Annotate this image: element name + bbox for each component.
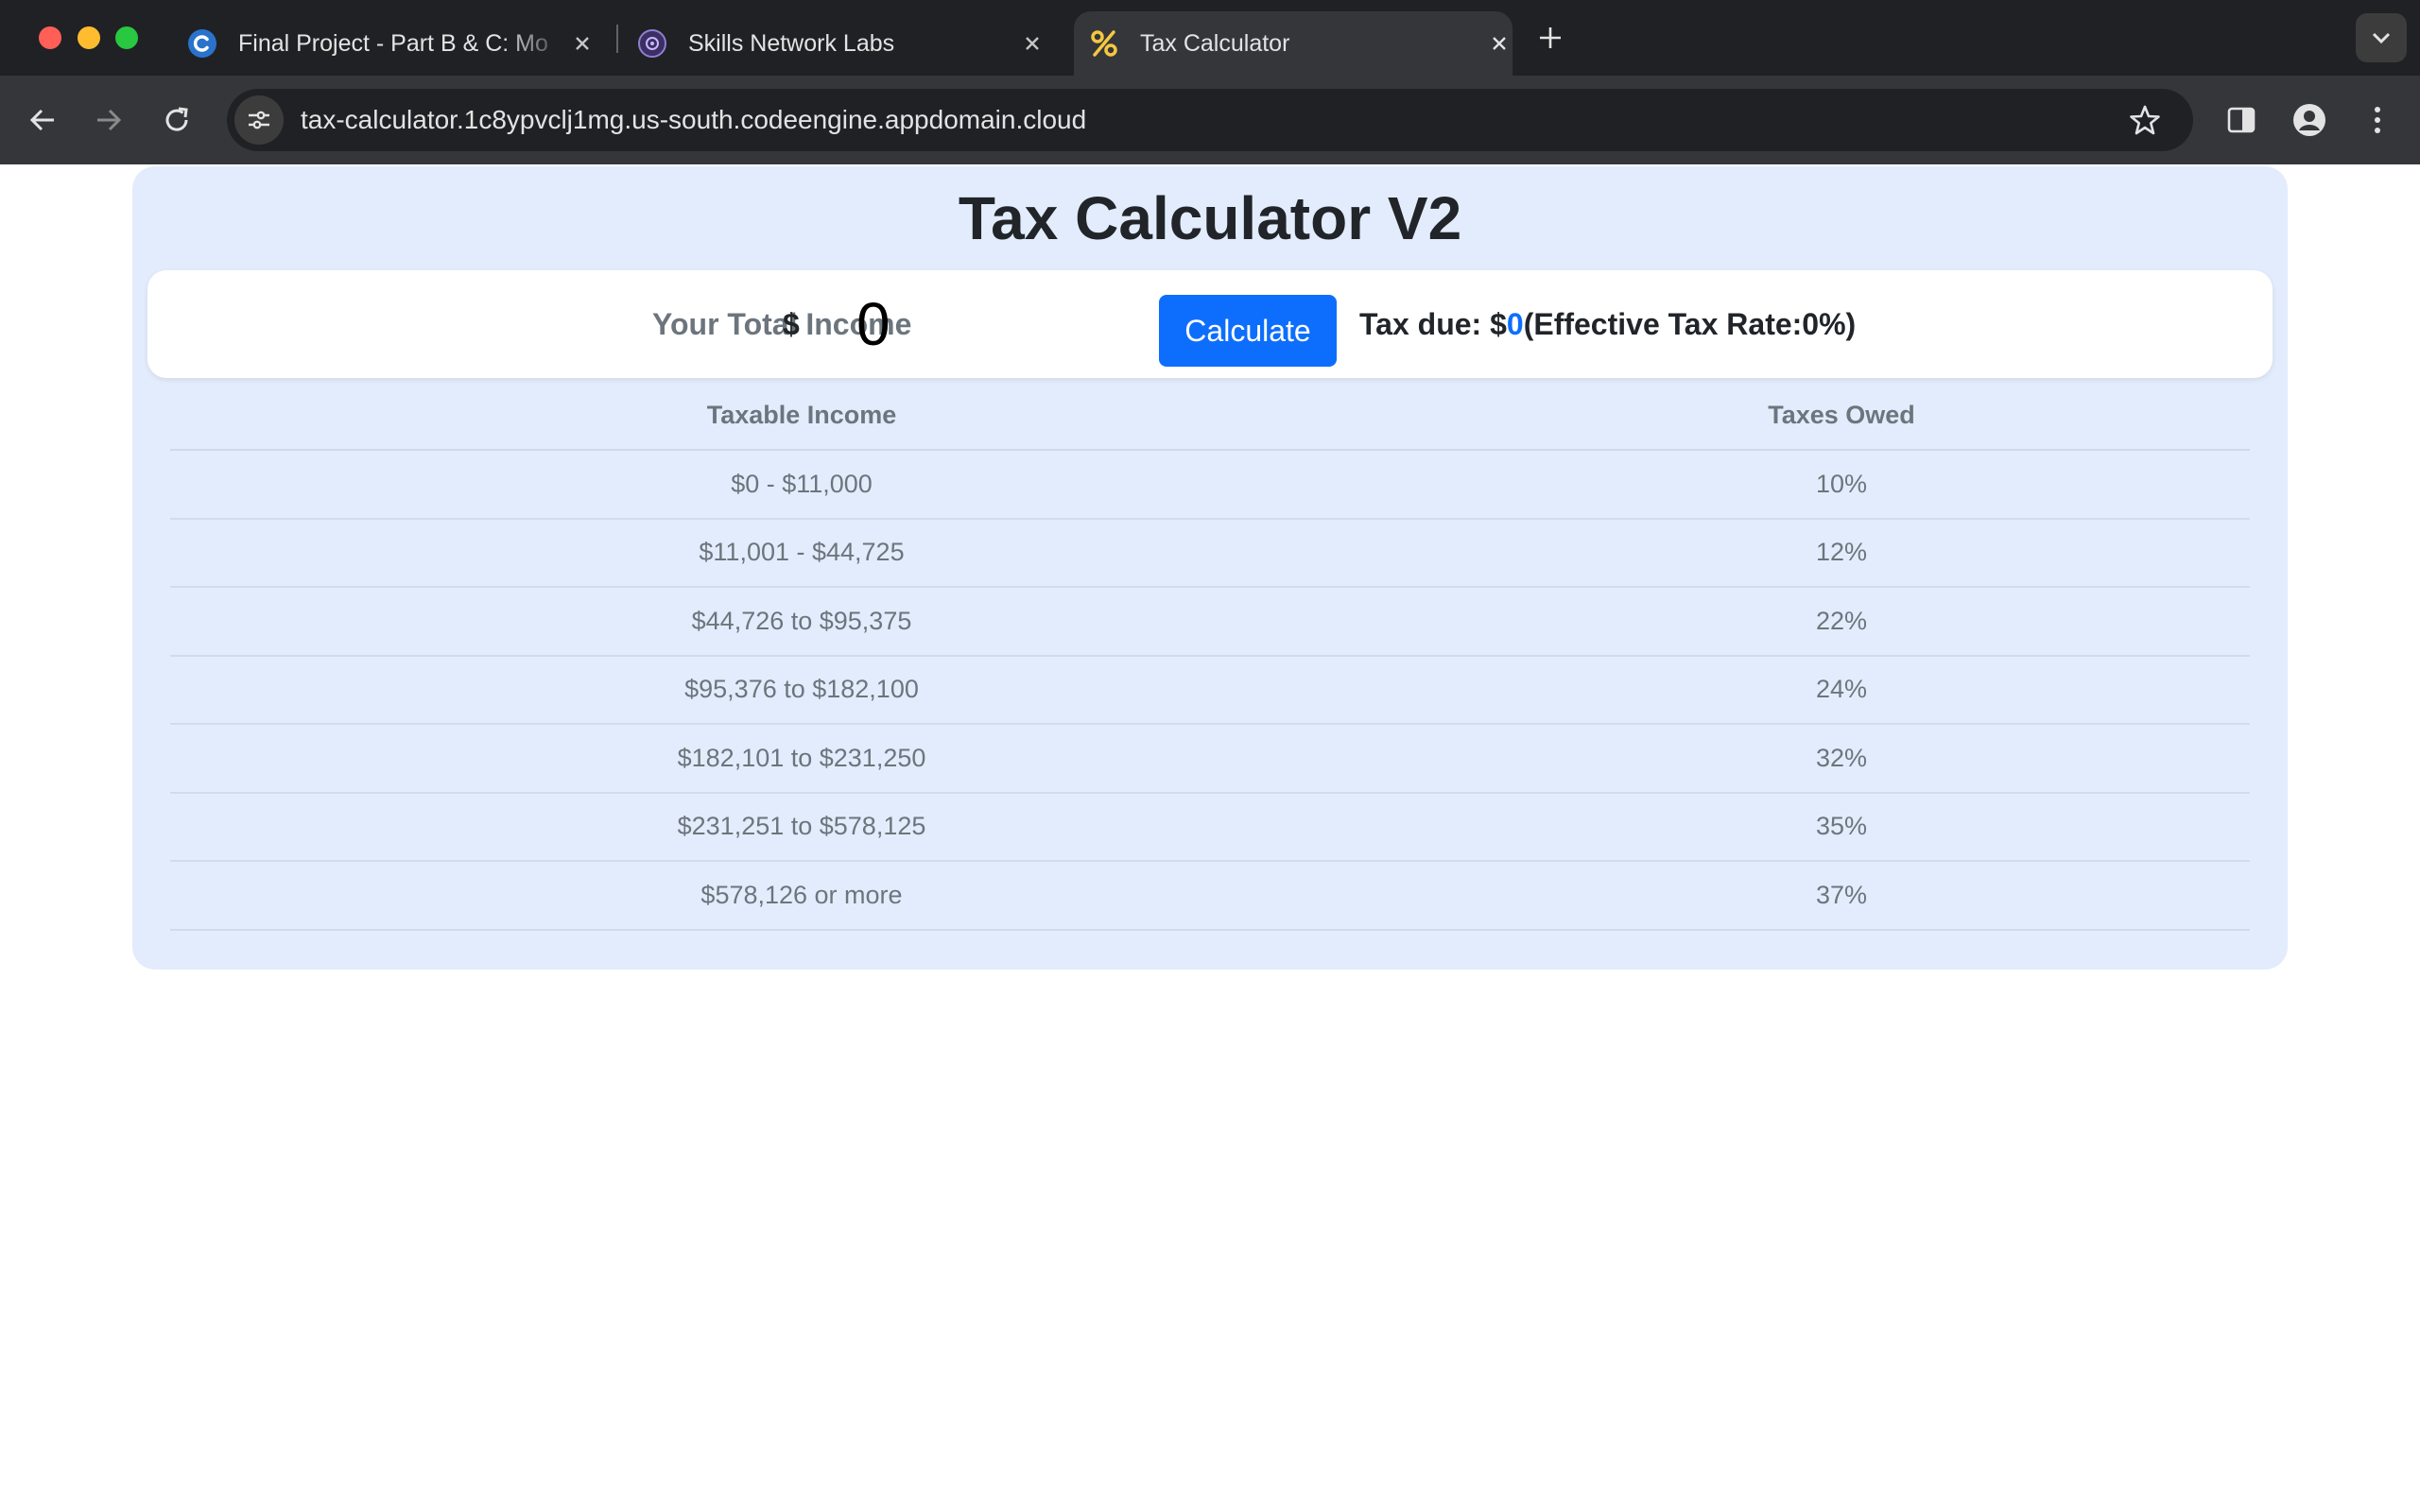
url-text[interactable]: tax-calculator.1c8ypvclj1mg.us-south.cod… xyxy=(301,105,1086,135)
browser-toolbar: tax-calculator.1c8ypvclj1mg.us-south.cod… xyxy=(0,76,2420,164)
table-row: $95,376 to $182,100 24% xyxy=(170,655,2250,725)
menu-icon[interactable] xyxy=(2358,100,2397,140)
table-row: $0 - $11,000 10% xyxy=(170,450,2250,520)
page-title: Tax Calculator V2 xyxy=(958,184,1462,252)
tax-rate-cell: 32% xyxy=(1433,724,2250,794)
tax-due-label: Tax due: $ xyxy=(1359,306,1507,341)
income-range-cell: $578,126 or more xyxy=(170,861,1433,931)
address-bar[interactable]: tax-calculator.1c8ypvclj1mg.us-south.cod… xyxy=(227,89,2193,151)
income-range-cell: $95,376 to $182,100 xyxy=(170,655,1433,725)
minimize-window-button[interactable] xyxy=(78,26,100,49)
effective-rate-value: 0%) xyxy=(1802,306,1857,341)
tab-title: Skills Network Labs xyxy=(688,29,895,57)
calculator-card: Tax Calculator V2 Your Total Income $ Ca… xyxy=(132,166,2288,970)
tab-title: Tax Calculator xyxy=(1140,29,1290,57)
maximize-window-button[interactable] xyxy=(115,26,138,49)
table-header-row: Taxable Income Taxes Owed xyxy=(170,382,2250,451)
side-panel-icon[interactable] xyxy=(2221,100,2261,140)
tax-rate-cell: 10% xyxy=(1433,450,2250,520)
percent-icon xyxy=(1091,30,1117,57)
tax-rate-cell: 12% xyxy=(1433,518,2250,588)
table-row: $578,126 or more 37% xyxy=(170,861,2250,931)
tab-list-icon[interactable] xyxy=(2356,13,2407,62)
close-window-button[interactable] xyxy=(39,26,61,49)
column-header-taxes-owed: Taxes Owed xyxy=(1433,382,2250,451)
back-icon[interactable] xyxy=(23,100,62,140)
table-row: $231,251 to $578,125 35% xyxy=(170,792,2250,862)
income-range-cell: $231,251 to $578,125 xyxy=(170,792,1433,862)
table-row: $11,001 - $44,725 12% xyxy=(170,518,2250,588)
close-tab-icon[interactable] xyxy=(1486,30,1512,57)
page-content: Tax Calculator V2 Your Total Income $ Ca… xyxy=(0,164,2420,1512)
income-range-cell: $182,101 to $231,250 xyxy=(170,724,1433,794)
close-tab-icon[interactable] xyxy=(569,30,596,57)
tab-final-project[interactable]: Final Project - Part B & C: Mo xyxy=(187,11,596,76)
new-tab-icon[interactable] xyxy=(1533,21,1567,55)
tax-rate-cell: 24% xyxy=(1433,655,2250,725)
coursera-icon xyxy=(188,29,216,58)
tab-skills-network[interactable]: Skills Network Labs xyxy=(637,11,1046,76)
income-range-cell: $0 - $11,000 xyxy=(170,450,1433,520)
tab-title: Final Project - Part B & C: Mo xyxy=(238,29,548,57)
income-range-cell: $44,726 to $95,375 xyxy=(170,587,1433,657)
forward-icon[interactable] xyxy=(89,100,129,140)
profile-icon[interactable] xyxy=(2290,100,2329,140)
star-icon[interactable] xyxy=(2129,104,2161,136)
tab-strip: Final Project - Part B & C: Mo Skills Ne… xyxy=(0,0,2420,76)
column-header-taxable-income: Taxable Income xyxy=(170,382,1433,451)
tab-separator xyxy=(616,25,618,53)
effective-rate-label: (Effective Tax Rate: xyxy=(1523,306,1803,341)
reload-icon[interactable] xyxy=(157,100,197,140)
income-form: Your Total Income $ Calculate Tax due: $… xyxy=(147,270,2273,378)
calculate-button[interactable]: Calculate xyxy=(1159,295,1337,367)
table-row: $182,101 to $231,250 32% xyxy=(170,724,2250,794)
tax-rate-cell: 37% xyxy=(1433,861,2250,931)
close-tab-icon[interactable] xyxy=(1019,30,1046,57)
skills-network-icon xyxy=(638,29,666,58)
tax-rate-cell: 35% xyxy=(1433,792,2250,862)
table-row: $44,726 to $95,375 22% xyxy=(170,587,2250,657)
tax-result: Tax due: $ 0 (Effective Tax Rate: 0%) xyxy=(1359,270,1856,378)
income-input[interactable] xyxy=(830,289,1104,359)
tax-due-value: 0 xyxy=(1506,306,1524,341)
tax-rate-cell: 22% xyxy=(1433,587,2250,657)
currency-symbol: $ xyxy=(783,306,800,341)
tax-brackets-table: Taxable Income Taxes Owed $0 - $11,000 1… xyxy=(170,382,2250,931)
income-range-cell: $11,001 - $44,725 xyxy=(170,518,1433,588)
tab-tax-calculator[interactable]: Tax Calculator xyxy=(1074,11,1512,76)
site-info-icon[interactable] xyxy=(234,95,284,145)
